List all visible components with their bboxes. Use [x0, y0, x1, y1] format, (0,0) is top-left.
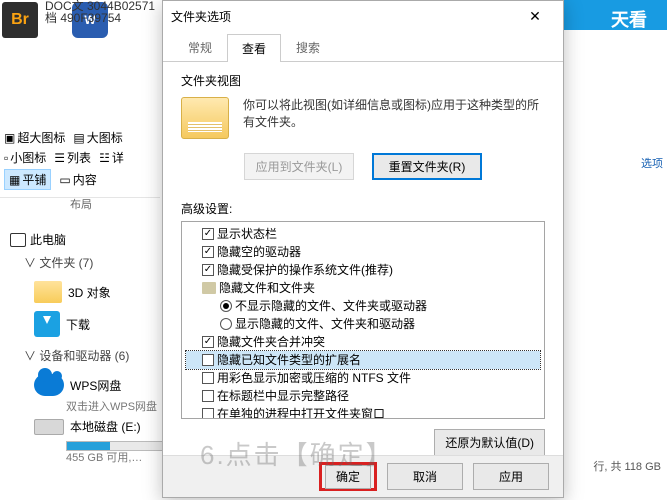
this-pc[interactable]: 此电脑	[10, 231, 160, 248]
dialog-button-row: 确定 取消 应用	[163, 455, 563, 497]
disk-icon	[34, 419, 64, 435]
folder-view-group: 文件夹视图 你可以将此视图(如详细信息或图标)应用于这种类型的所有文件夹。 应用…	[163, 62, 563, 190]
cancel-button[interactable]: 取消	[387, 463, 463, 490]
checkbox-icon[interactable]	[202, 372, 214, 384]
tree-item[interactable]: 显示状态栏	[186, 225, 540, 243]
ok-button[interactable]: 确定	[325, 465, 371, 489]
folder-icon	[202, 282, 216, 294]
sky-brand: 天看	[611, 6, 647, 32]
nav-3d-objects[interactable]: 3D 对象	[24, 277, 160, 307]
apply-button[interactable]: 应用	[473, 463, 549, 490]
tree-item[interactable]: 在单独的进程中打开文件夹窗口	[186, 405, 540, 419]
tab-view[interactable]: 查看	[227, 34, 281, 62]
folder-view-desc: 你可以将此视图(如详细信息或图标)应用于这种类型的所有文件夹。	[243, 97, 545, 131]
pc-icon	[10, 233, 26, 247]
restore-defaults-button[interactable]: 还原为默认值(D)	[434, 429, 545, 456]
checkbox-icon[interactable]	[202, 246, 214, 258]
options-link[interactable]: 选项	[641, 155, 663, 171]
folder-icon	[34, 281, 62, 303]
folder-options-dialog: 文件夹选项 ✕ 常规 查看 搜索 文件夹视图 你可以将此视图(如详细信息或图标)…	[162, 0, 564, 498]
download-icon	[34, 311, 60, 337]
status-capacity: 行, 共 118 GB	[593, 458, 661, 474]
tree-radio-item[interactable]: 显示隐藏的文件、文件夹和驱动器	[186, 315, 540, 333]
nav-wps-sub: 双击进入WPS网盘	[66, 398, 160, 414]
view-details[interactable]: ☳ 详	[99, 149, 124, 166]
close-icon[interactable]: ✕	[515, 2, 555, 30]
doc-meta: DOC文 3044B02571 档 490F39754	[45, 0, 155, 24]
checkbox-icon[interactable]	[202, 264, 214, 276]
radio-icon[interactable]	[220, 318, 232, 330]
view-content[interactable]: ▭ 内容	[59, 171, 96, 188]
checkbox-icon[interactable]	[202, 354, 214, 366]
group-title: 文件夹视图	[181, 72, 545, 89]
tree-folder[interactable]: 隐藏文件和文件夹	[186, 279, 540, 297]
view-ribbon: ▣ 超大图标 ▤ 大图标 ▫ 小图标 ☰ 列表 ☳ 详 ▦ 平铺 ▭ 内容	[0, 125, 160, 198]
reset-folders-button[interactable]: 重置文件夹(R)	[372, 153, 482, 180]
tab-search[interactable]: 搜索	[281, 33, 335, 61]
nav-tree: 此电脑 ∨ 文件夹 (7) 3D 对象 下载 ∨ 设备和驱动器 (6) WPS网…	[0, 225, 160, 465]
advanced-settings-label: 高级设置:	[181, 200, 545, 217]
radio-icon[interactable]	[220, 300, 232, 312]
highlight-box: 确定	[319, 462, 377, 491]
tree-item[interactable]: 隐藏受保护的操作系统文件(推荐)	[186, 261, 540, 279]
tree-item[interactable]: 隐藏空的驱动器	[186, 243, 540, 261]
advanced-settings-tree[interactable]: 显示状态栏 隐藏空的驱动器 隐藏受保护的操作系统文件(推荐) 隐藏文件和文件夹 …	[181, 221, 545, 419]
folder-view-icon	[181, 97, 229, 139]
nav-downloads[interactable]: 下载	[24, 307, 160, 341]
section-folders: ∨ 文件夹 (7)	[24, 254, 160, 271]
section-devices: ∨ 设备和驱动器 (6)	[24, 347, 160, 364]
checkbox-icon[interactable]	[202, 336, 214, 348]
tree-radio-item[interactable]: 不显示隐藏的文件、文件夹或驱动器	[186, 297, 540, 315]
dialog-tabs: 常规 查看 搜索	[163, 33, 563, 62]
tree-item[interactable]: 用彩色显示加密或压缩的 NTFS 文件	[186, 369, 540, 387]
checkbox-icon[interactable]	[202, 228, 214, 240]
tree-item[interactable]: 在标题栏中显示完整路径	[186, 387, 540, 405]
nav-disk-e[interactable]: 本地磁盘 (E:)	[24, 414, 160, 439]
view-large-icons[interactable]: ▤ 大图标	[73, 129, 122, 146]
tab-general[interactable]: 常规	[173, 33, 227, 61]
tree-item-hide-extensions[interactable]: 隐藏已知文件类型的扩展名	[186, 351, 540, 369]
view-tiles[interactable]: ▦ 平铺	[4, 169, 51, 190]
checkbox-icon[interactable]	[202, 408, 214, 419]
cloud-icon	[34, 374, 64, 396]
tree-item[interactable]: 隐藏文件夹合并冲突	[186, 333, 540, 351]
layout-label: 布局	[70, 196, 92, 212]
view-list[interactable]: ☰ 列表	[54, 149, 91, 166]
nav-wps[interactable]: WPS网盘	[24, 370, 160, 400]
nav-disk-sub: 455 GB 可用,…	[66, 449, 160, 465]
view-small-icons[interactable]: ▫ 小图标	[4, 149, 46, 166]
br-app-icon: Br	[2, 2, 38, 38]
dialog-titlebar: 文件夹选项 ✕	[163, 1, 563, 31]
view-xlarge-icons[interactable]: ▣ 超大图标	[4, 129, 65, 146]
apply-to-folders-button: 应用到文件夹(L)	[244, 153, 354, 180]
dialog-title: 文件夹选项	[171, 8, 231, 25]
checkbox-icon[interactable]	[202, 390, 214, 402]
